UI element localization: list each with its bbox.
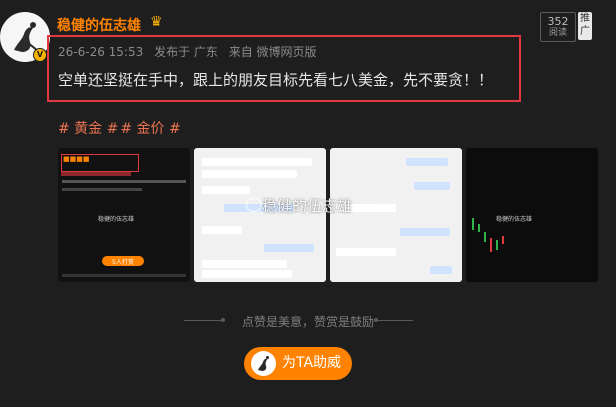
tag-list: # 黄金 # # 金价 #: [58, 118, 183, 138]
tag-gold-price[interactable]: # 金价 #: [120, 121, 180, 137]
reward-button[interactable]: 为TA助威: [244, 347, 352, 380]
read-count-label: 阅读: [548, 28, 567, 38]
thumb1-name: 稳健的伍志雄: [98, 216, 135, 223]
image-watermark-sub: 微博: [374, 203, 390, 212]
thumb4-name: 稳健的伍志雄: [496, 216, 533, 223]
post-meta: 26-6-26 15:53 发布于 广东 来自 微博网页版: [58, 43, 324, 60]
reward-button-label: 为TA助威: [282, 355, 342, 371]
promote-button[interactable]: 推广: [578, 12, 592, 40]
divider-line-right: [377, 320, 413, 321]
read-count-box: 352 阅读: [540, 12, 576, 42]
post-time[interactable]: 26-6-26 15:53: [58, 45, 143, 59]
tag-gold[interactable]: # 黄金 #: [58, 121, 118, 137]
divider-text: 点赞是美意，赞赏是鼓励: [241, 315, 374, 329]
gallery-image-1[interactable]: ■■■■ 稳健的伍志雄 5人打赏: [58, 148, 190, 282]
reward-avatar-icon: [251, 351, 276, 376]
read-count: 352: [547, 15, 569, 28]
post-content: 空单还坚挺在手中，跟上的朋友目标先看七八美金，先不要贪！！: [58, 71, 494, 89]
weibo-watermark-icon: [246, 198, 262, 212]
post-source: 来自 微博网页版: [228, 45, 317, 59]
crown-icon: ♛: [150, 14, 163, 30]
thumb1-reward: 5人打赏: [112, 259, 134, 266]
image-watermark: 稳健的伍志雄: [262, 197, 353, 215]
post-location: 发布于 广东: [154, 45, 218, 59]
gallery-image-4[interactable]: 稳健的伍志雄: [466, 148, 598, 282]
author-name[interactable]: 稳健的伍志雄: [57, 15, 141, 35]
verified-badge-icon: V: [33, 48, 47, 62]
